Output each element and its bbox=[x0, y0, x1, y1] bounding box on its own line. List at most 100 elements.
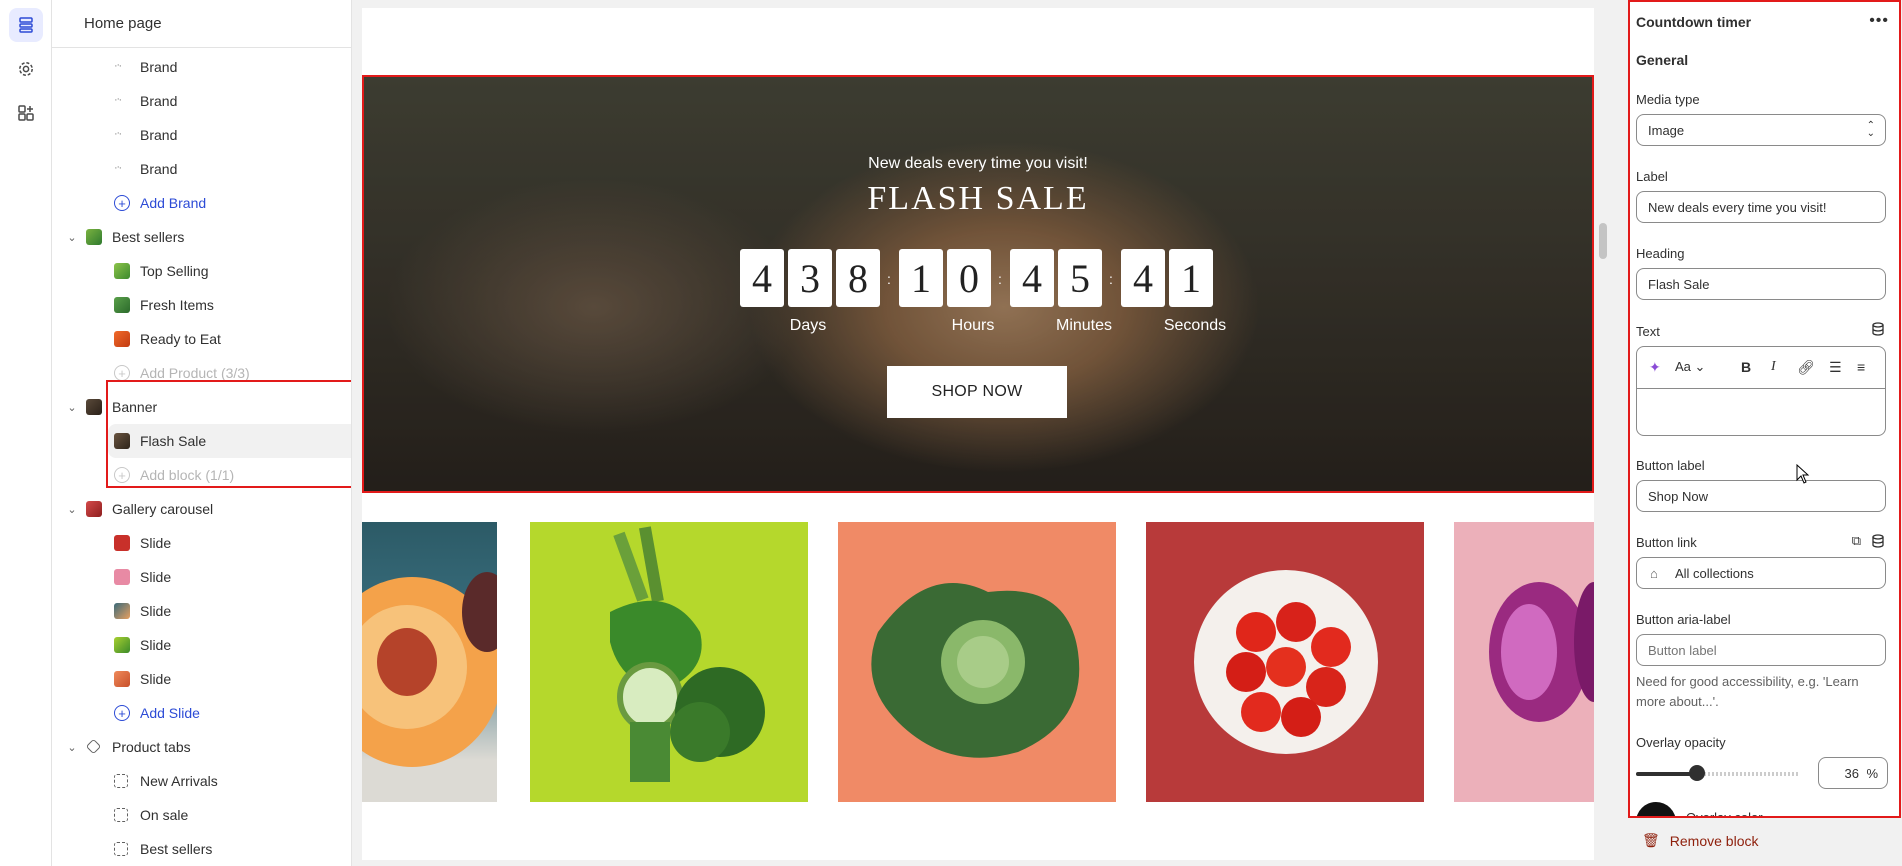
tree-item-ready-to-eat[interactable]: Ready to Eat bbox=[52, 322, 334, 356]
overlay-opacity-input[interactable]: 36 % bbox=[1818, 757, 1888, 789]
overlay-opacity-label: Overlay opacity bbox=[1636, 735, 1726, 750]
label-field-label: Label bbox=[1636, 169, 1668, 184]
tree-item-slide[interactable]: Slide bbox=[52, 594, 334, 628]
timer-digit: 4 bbox=[740, 249, 784, 307]
gallery-thumbnail bbox=[86, 501, 102, 517]
overlay-opacity-slider[interactable] bbox=[1636, 765, 1800, 781]
settings-gear-icon[interactable] bbox=[9, 52, 43, 86]
more-options-icon[interactable]: ••• bbox=[1869, 12, 1889, 30]
tree-item-slide[interactable]: Slide bbox=[52, 526, 334, 560]
countdown-banner[interactable]: New deals every time you visit! FLASH SA… bbox=[362, 75, 1594, 493]
scrollbar-thumb[interactable] bbox=[1599, 223, 1607, 259]
icon-rail bbox=[0, 0, 52, 866]
button-label-input[interactable]: Shop Now bbox=[1636, 480, 1886, 512]
storefront-preview: New deals every time you visit! FLASH SA… bbox=[362, 8, 1594, 860]
block-placeholder-icon bbox=[114, 808, 128, 822]
tree-section-product-tabs[interactable]: ⌄ Product tabs bbox=[52, 730, 334, 764]
banner-heading: FLASH SALE bbox=[867, 180, 1089, 217]
product-thumbnail bbox=[114, 297, 130, 313]
chevron-down-icon[interactable]: ⌄ bbox=[64, 501, 80, 517]
slider-handle[interactable] bbox=[1689, 765, 1706, 781]
tree-item-brand[interactable]: ·ᐧ· Brand bbox=[52, 118, 334, 152]
tree-section-best-sellers[interactable]: ⌄ Best sellers bbox=[52, 220, 334, 254]
text-rich-editor[interactable]: ✦ Aa ⌄ B I 🔗︎ ☰ ≡ bbox=[1636, 346, 1886, 436]
tag-icon bbox=[85, 738, 102, 755]
apps-icon[interactable] bbox=[9, 96, 43, 130]
preview-scrollbar[interactable] bbox=[1596, 8, 1610, 860]
numbered-list-icon[interactable]: ≡ bbox=[1857, 359, 1865, 375]
bold-icon[interactable]: B bbox=[1741, 359, 1751, 375]
timer-unit-minutes: Minutes bbox=[1055, 317, 1113, 334]
brand-icon: ·ᐧ· bbox=[114, 94, 122, 106]
banner-label: New deals every time you visit! bbox=[868, 155, 1088, 172]
slide-image-tomatoes[interactable] bbox=[1146, 522, 1424, 802]
plus-circle-icon: + bbox=[114, 705, 130, 721]
block-placeholder-icon bbox=[114, 774, 128, 788]
slide-image-cabbage[interactable] bbox=[838, 522, 1116, 802]
tree-item-brand[interactable]: ·ᐧ· Brand bbox=[52, 50, 334, 84]
tree-item-top-selling[interactable]: Top Selling bbox=[52, 254, 334, 288]
plus-circle-icon: + bbox=[114, 365, 130, 381]
dynamic-source-icon[interactable] bbox=[1871, 322, 1885, 336]
tree-item-slide[interactable]: Slide bbox=[52, 662, 334, 696]
add-brand-button[interactable]: + Add Brand bbox=[52, 186, 334, 220]
rich-text-toolbar: ✦ Aa ⌄ B I 🔗︎ ☰ ≡ bbox=[1637, 347, 1885, 389]
label-input[interactable]: New deals every time you visit! bbox=[1636, 191, 1886, 223]
block-settings-panel: Countdown timer ••• General Media type I… bbox=[1628, 0, 1902, 866]
tree-item-on-sale[interactable]: On sale bbox=[52, 798, 334, 832]
timer-separator: : bbox=[887, 271, 891, 287]
dynamic-source-icon[interactable] bbox=[1871, 534, 1885, 548]
overlay-color-swatch[interactable] bbox=[1636, 802, 1676, 816]
best-sellers-thumbnail bbox=[86, 229, 102, 245]
ai-sparkle-icon[interactable]: ✦ bbox=[1649, 359, 1661, 376]
external-link-icon[interactable]: ⧉ bbox=[1852, 533, 1861, 549]
italic-icon[interactable]: I bbox=[1771, 359, 1776, 375]
mouse-cursor-icon bbox=[1796, 464, 1810, 484]
section-heading-general: General bbox=[1636, 52, 1689, 68]
tree-item-slide[interactable]: Slide bbox=[52, 560, 334, 594]
chevron-down-icon[interactable]: ⌄ bbox=[64, 399, 80, 415]
button-link-input[interactable]: ⌂ All collections bbox=[1636, 557, 1886, 589]
tree-item-slide[interactable]: Slide bbox=[52, 628, 334, 662]
timer-unit-hours: Hours bbox=[951, 317, 995, 334]
page-title: Home page bbox=[52, 0, 351, 48]
text-style-icon[interactable]: Aa ⌄ bbox=[1675, 359, 1705, 375]
bullet-list-icon[interactable]: ☰ bbox=[1829, 359, 1842, 376]
slide-thumbnail bbox=[114, 637, 130, 653]
tree-item-brand[interactable]: ·ᐧ· Brand bbox=[52, 152, 334, 186]
tree-section-gallery-carousel[interactable]: ⌄ Gallery carousel bbox=[52, 492, 334, 526]
tree-item-brand[interactable]: ·ᐧ· Brand bbox=[52, 84, 334, 118]
media-type-select[interactable]: Image ⌃ ⌄ bbox=[1636, 114, 1886, 146]
block-placeholder-icon bbox=[114, 842, 128, 856]
remove-block-button[interactable]: 🗑︎ Remove block bbox=[1642, 832, 1758, 849]
timer-digit: 4 bbox=[1121, 249, 1165, 307]
countdown-timer: 4 3 8 : 1 0 : 4 5 : 4 1 Days Hours Minut… bbox=[364, 249, 1592, 349]
chevron-down-icon[interactable]: ⌄ bbox=[64, 229, 80, 245]
slide-image-peach[interactable] bbox=[362, 522, 497, 802]
banner-selection-highlight bbox=[106, 380, 351, 488]
add-slide-button[interactable]: + Add Slide bbox=[52, 696, 334, 730]
slide-image-vegetables[interactable] bbox=[530, 522, 808, 802]
chevron-down-icon[interactable]: ⌄ bbox=[64, 739, 80, 755]
slide-image-red-cabbage[interactable] bbox=[1454, 522, 1594, 802]
link-icon[interactable]: 🔗︎ bbox=[1797, 359, 1815, 376]
heading-input[interactable]: Flash Sale bbox=[1636, 268, 1886, 300]
timer-digit: 0 bbox=[947, 249, 991, 307]
tree-item-fresh-items[interactable]: Fresh Items bbox=[52, 288, 334, 322]
timer-unit-seconds: Seconds bbox=[1163, 317, 1227, 334]
timer-digit: 4 bbox=[1010, 249, 1054, 307]
brand-icon: ·ᐧ· bbox=[114, 60, 122, 72]
button-aria-label-input[interactable] bbox=[1636, 634, 1886, 666]
shop-now-button[interactable]: SHOP NOW bbox=[887, 366, 1067, 418]
slider-fill bbox=[1636, 772, 1698, 776]
timer-unit-days: Days bbox=[789, 317, 827, 334]
button-link-field-label: Button link bbox=[1636, 535, 1697, 550]
slide-thumbnail bbox=[114, 535, 130, 551]
tree-item-best-sellers[interactable]: Best sellers bbox=[52, 832, 334, 866]
sections-icon[interactable] bbox=[9, 8, 43, 42]
accessibility-hint: Need for good accessibility, e.g. 'Learn… bbox=[1636, 674, 1859, 709]
media-type-label: Media type bbox=[1636, 92, 1700, 107]
tree-item-new-arrivals[interactable]: New Arrivals bbox=[52, 764, 334, 798]
section-sidebar: Home page ·ᐧ· Brand ·ᐧ· Brand ·ᐧ· Brand ·ᐧ·… bbox=[52, 0, 352, 866]
button-aria-field-label: Button aria-label bbox=[1636, 612, 1731, 627]
